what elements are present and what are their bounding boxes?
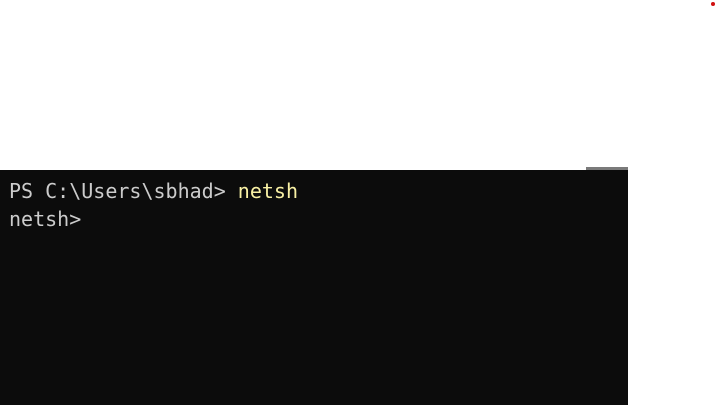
terminal-line-1: PS C:\Users\sbhad> netsh [9, 177, 298, 205]
netsh-prompt: netsh> [9, 207, 82, 231]
notification-dot [711, 2, 715, 6]
powershell-prompt: PS C:\Users\sbhad> [9, 179, 238, 203]
terminal-window[interactable] [0, 170, 628, 405]
terminal-line-2[interactable]: netsh> [9, 205, 81, 233]
desktop-background: PS C:\Users\sbhad> netsh netsh> [0, 0, 718, 405]
typed-command: netsh [237, 179, 298, 203]
